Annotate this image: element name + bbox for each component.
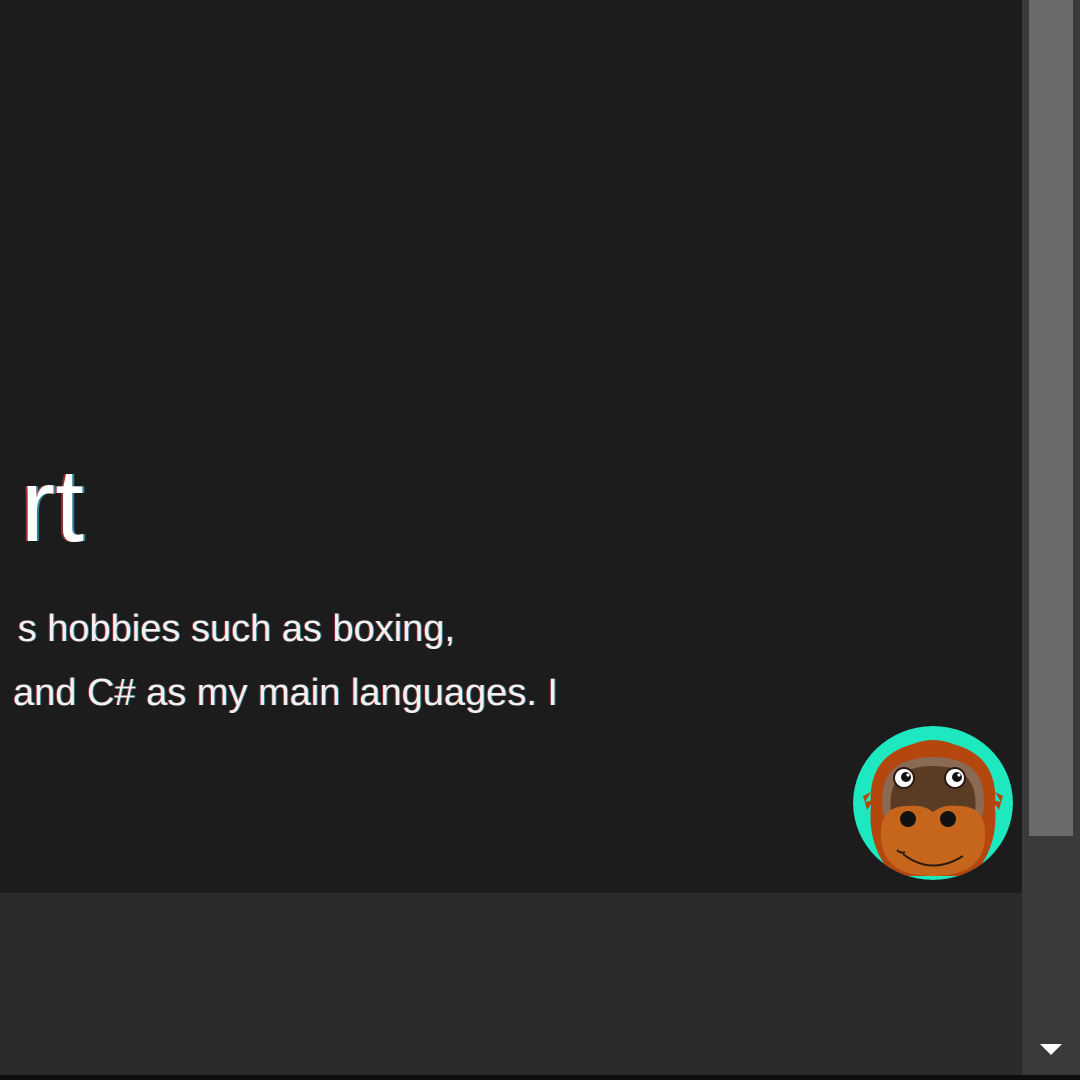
orangutan-face-icon [853, 726, 1013, 880]
triangle-down-icon [1040, 1044, 1062, 1055]
about-paragraph-line-2: and C# as my main languages. I [13, 672, 558, 714]
scroll-down-button[interactable] [1036, 1036, 1066, 1062]
section-heading: rt [20, 448, 84, 564]
scrollbar-thumb[interactable] [1029, 0, 1073, 836]
page-footer [0, 893, 1022, 1075]
avatar[interactable] [853, 726, 1013, 880]
about-paragraph-line-1: s hobbies such as boxing, [17, 608, 455, 650]
window-bottom-edge [0, 1075, 1080, 1080]
vertical-scrollbar[interactable] [1022, 0, 1080, 1075]
page-viewport: rt s hobbies such as boxing, and C# as m… [0, 0, 1022, 1080]
